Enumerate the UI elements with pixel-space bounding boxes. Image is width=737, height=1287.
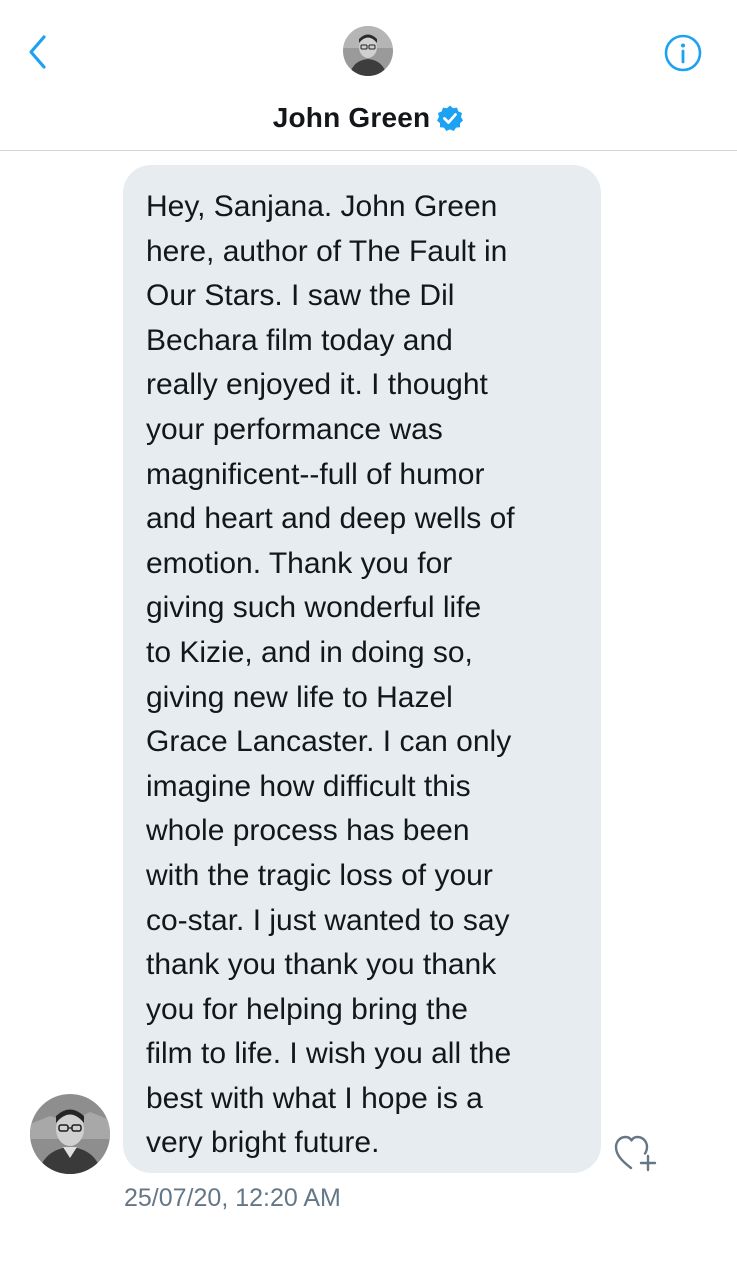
heart-add-icon — [614, 1135, 657, 1172]
conversation-title: John Green — [0, 100, 737, 136]
conversation-header: John Green — [0, 0, 737, 151]
profile-photo — [343, 26, 393, 76]
profile-photo — [30, 1094, 110, 1174]
like-message-button[interactable] — [612, 1130, 664, 1174]
chevron-left-icon — [29, 35, 46, 69]
sender-avatar[interactable] — [30, 1094, 110, 1174]
back-button[interactable] — [18, 30, 58, 74]
verified-badge-icon — [437, 105, 464, 131]
message-text: Hey, Sanjana. John Green here, author of… — [146, 190, 515, 1160]
message-timestamp: 25/07/20, 12:20 AM — [124, 1184, 341, 1212]
conversation-info-button[interactable] — [661, 31, 705, 75]
message-bubble[interactable]: Hey, Sanjana. John Green here, author of… — [123, 165, 601, 1173]
header-avatar[interactable] — [343, 26, 393, 76]
contact-name: John Green — [272, 102, 431, 133]
info-circle-icon — [664, 34, 702, 72]
